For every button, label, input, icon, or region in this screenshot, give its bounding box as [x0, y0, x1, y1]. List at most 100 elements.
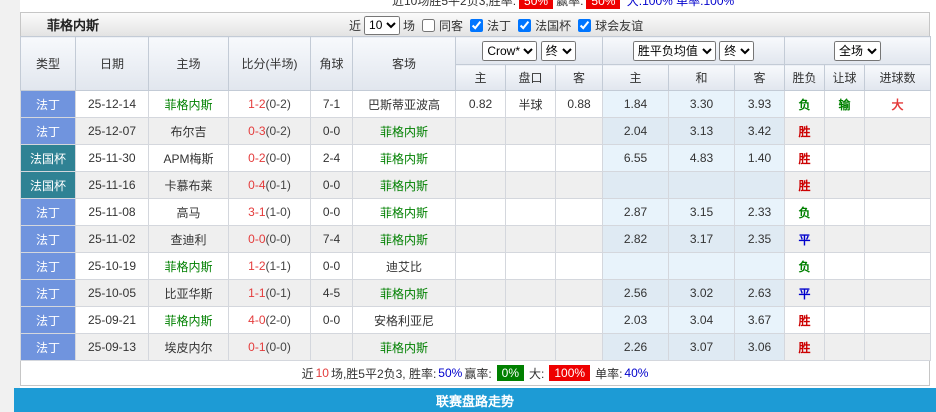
cell-home-team[interactable]: 菲格内斯 [148, 252, 229, 280]
cell-avg-away-odds: 2.33 [734, 198, 786, 226]
stats-count: 10 [315, 366, 329, 380]
cell-home-team[interactable]: APM梅斯 [148, 144, 229, 172]
cell-goals-result [864, 252, 932, 280]
cell-corner: 0-0 [310, 171, 353, 199]
cell-result: 负 [784, 252, 826, 280]
cell-crow-home-odds [455, 252, 506, 280]
cell-home-team[interactable]: 埃皮内尔 [148, 333, 229, 361]
avg-odds-select[interactable]: 胜平负均值 [632, 40, 716, 61]
cell-crow-away-odds [554, 333, 604, 361]
cell-corner [310, 333, 353, 361]
cell-away-team[interactable]: 菲格内斯 [352, 171, 456, 199]
league-friendly-label: 球会友谊 [595, 18, 644, 33]
recent-count-select[interactable]: 10 [364, 15, 401, 35]
avg-final-select[interactable]: 终 [719, 40, 755, 61]
league-fading-checkbox[interactable] [470, 18, 484, 32]
cell-home-team[interactable]: 查迪利 [148, 225, 229, 253]
cell-date: 25-09-13 [75, 333, 149, 361]
cell-result: 负 [784, 90, 826, 118]
cell-crow-away-odds [554, 144, 604, 172]
cell-away-team[interactable]: 菲格内斯 [352, 198, 456, 226]
cell-away-team[interactable]: 安格利亚尼 [352, 306, 456, 334]
cell-avg-home-odds: 2.04 [602, 117, 670, 145]
cell-avg-home-odds: 6.55 [602, 144, 670, 172]
cell-goals-result [864, 198, 932, 226]
table-row: 法丁 25-09-21 菲格内斯 4-0(2-0) 0-0 安格利亚尼 2.03… [20, 306, 932, 334]
col-header-avg-home: 主 [602, 64, 670, 91]
cell-away-team[interactable]: 巴斯蒂亚波高 [352, 90, 456, 118]
match-history-table: 类型 日期 主场 比分(半场) 角球 客场 Crow* 终 胜平负均值 终 全场 [20, 36, 932, 361]
cell-corner: 0-0 [310, 306, 353, 334]
cell-home-team[interactable]: 卡慕布莱 [148, 171, 229, 199]
cell-handicap-result [824, 171, 866, 199]
same-away-checkbox[interactable] [422, 18, 436, 32]
clip-mid: 赢率: [556, 0, 584, 8]
team-history-panel: 菲格内斯 近 10 场 同客 法丁 法国杯 球会友谊 类型 日期 主场 比分(半… [20, 12, 932, 386]
cell-result: 负 [784, 198, 826, 226]
filter-controls: 近 10 场 同客 法丁 法国杯 球会友谊 [349, 13, 643, 37]
cell-crow-home-odds [455, 225, 506, 253]
league-type-badge: 法丁 [20, 117, 76, 145]
cell-avg-away-odds: 2.63 [734, 279, 786, 307]
league-trend-bar[interactable]: 联赛盘路走势 [14, 388, 936, 412]
cell-crow-line [505, 144, 556, 172]
cell-avg-draw-odds [668, 171, 736, 199]
cell-date: 25-12-07 [75, 117, 149, 145]
cell-avg-draw-odds: 3.07 [668, 333, 736, 361]
scope-select[interactable]: 全场 [834, 40, 882, 61]
cell-away-team[interactable]: 菲格内斯 [352, 333, 456, 361]
cell-crow-line [505, 252, 556, 280]
col-header-away: 客场 [352, 36, 456, 91]
cell-goals-result [864, 333, 932, 361]
cell-handicap-result [824, 225, 866, 253]
cell-avg-away-odds [734, 171, 786, 199]
league-faguobei-label: 法国杯 [535, 18, 572, 33]
league-type-badge: 法国杯 [20, 171, 76, 199]
cell-crow-home-odds [455, 306, 506, 334]
cell-away-team[interactable]: 菲格内斯 [352, 279, 456, 307]
team-title: 菲格内斯 [47, 18, 100, 33]
cell-home-team[interactable]: 比亚华斯 [148, 279, 229, 307]
cell-goals-result [864, 225, 932, 253]
cell-away-team[interactable]: 菲格内斯 [352, 117, 456, 145]
cell-away-team[interactable]: 菲格内斯 [352, 144, 456, 172]
cell-avg-home-odds [602, 252, 670, 280]
league-type-badge: 法丁 [20, 90, 76, 118]
games-label: 场 [403, 18, 416, 33]
col-header-crow-away: 客 [554, 64, 604, 91]
cell-corner: 4-5 [310, 279, 353, 307]
cell-crow-line [505, 198, 556, 226]
avg-odds-header-cell: 胜平负均值 终 [602, 36, 786, 65]
bookmaker-final-select[interactable]: 终 [540, 40, 576, 61]
cell-avg-away-odds: 1.40 [734, 144, 786, 172]
cell-away-team[interactable]: 菲格内斯 [352, 225, 456, 253]
cell-crow-home-odds [455, 333, 506, 361]
col-header-goals: 进球数 [864, 64, 932, 91]
cell-crow-away-odds [554, 279, 604, 307]
league-type-badge: 法丁 [20, 225, 76, 253]
league-friendly-checkbox[interactable] [578, 18, 592, 32]
cell-avg-draw-odds: 4.83 [668, 144, 736, 172]
cell-crow-away-odds [554, 117, 604, 145]
col-header-handicap: 让球 [824, 64, 866, 91]
cell-home-team[interactable]: 布尔吉 [148, 117, 229, 145]
cell-avg-away-odds: 2.35 [734, 225, 786, 253]
cell-avg-draw-odds: 3.04 [668, 306, 736, 334]
cell-home-team[interactable]: 菲格内斯 [148, 306, 229, 334]
bookmaker-select[interactable]: Crow* [482, 40, 538, 61]
cell-home-team[interactable]: 高马 [148, 198, 229, 226]
league-faguobei-checkbox[interactable] [518, 18, 532, 32]
table-row: 法国杯 25-11-30 APM梅斯 0-2(0-0) 2-4 菲格内斯 6.5… [20, 144, 932, 172]
cell-away-team[interactable]: 迪艾比 [352, 252, 456, 280]
table-row: 法丁 25-12-14 菲格内斯 1-2(0-2) 7-1 巴斯蒂亚波高 0.8… [20, 90, 932, 118]
cell-crow-line [505, 225, 556, 253]
cell-date: 25-11-08 [75, 198, 149, 226]
cell-home-team[interactable]: 菲格内斯 [148, 90, 229, 118]
cell-avg-away-odds: 3.67 [734, 306, 786, 334]
cell-date: 25-11-30 [75, 144, 149, 172]
cell-result: 胜 [784, 306, 826, 334]
league-type-badge: 法丁 [20, 279, 76, 307]
table-row: 法丁 25-10-19 菲格内斯 1-2(1-1) 0-0 迪艾比 负 [20, 252, 932, 280]
col-header-corner: 角球 [310, 36, 353, 91]
cell-handicap-result [824, 144, 866, 172]
